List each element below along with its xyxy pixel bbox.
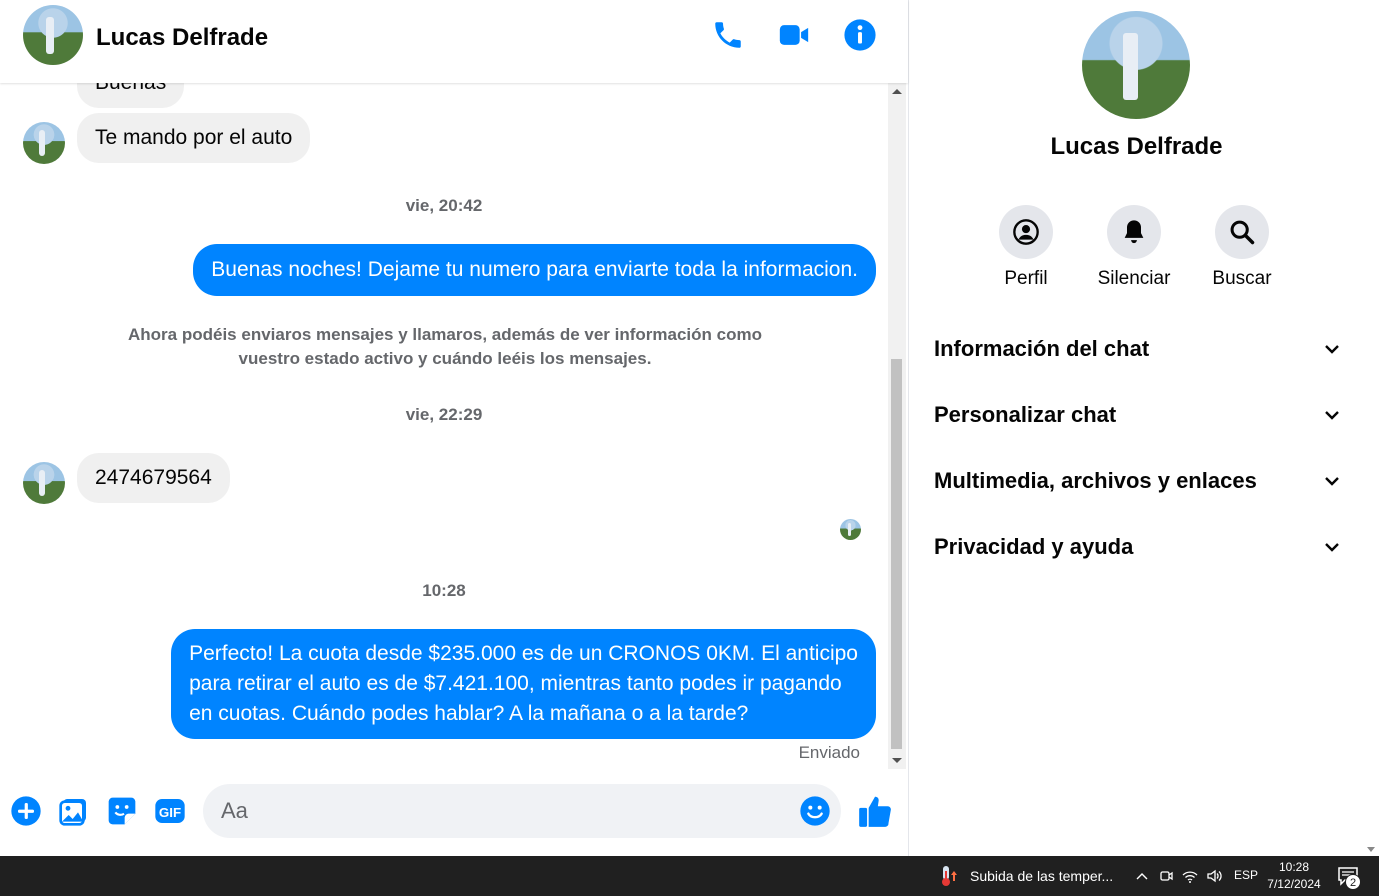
windows-taskbar: Subida de las temper... ESP 10:28 7/12/2… xyxy=(0,856,1379,896)
chevron-down-icon xyxy=(1325,345,1339,354)
info-contact-name: Lucas Delfrade xyxy=(1050,133,1223,160)
chat-header: Lucas Delfrade xyxy=(0,0,908,83)
message-input-wrap xyxy=(203,784,841,838)
read-receipt-avatar xyxy=(840,519,861,540)
notification-count-badge: 2 xyxy=(1345,874,1361,890)
message-line: en cuotas. Cuándo podes hablar? A la mañ… xyxy=(189,702,749,725)
profile-action-label: Perfil xyxy=(1004,268,1048,289)
message-line: para retirar el auto es de $7.421.100, m… xyxy=(189,672,842,695)
composer: GIF xyxy=(0,769,908,856)
message-scrollbar[interactable] xyxy=(888,83,906,769)
scroll-thumb[interactable] xyxy=(891,359,902,749)
language-indicator[interactable]: ESP xyxy=(1234,868,1258,882)
chat-pane: Lucas Delfrade Buenas Te mando por el au… xyxy=(0,0,908,856)
messenger-window: Lucas Delfrade Buenas Te mando por el au… xyxy=(0,0,1379,896)
search-action-circle xyxy=(1215,205,1269,259)
sticker-icon[interactable] xyxy=(106,795,138,827)
weather-text[interactable]: Subida de las temper... xyxy=(970,868,1113,884)
chevron-up-icon[interactable] xyxy=(1133,867,1151,885)
contact-name[interactable]: Lucas Delfrade xyxy=(96,24,268,52)
section-label: Información del chat xyxy=(934,336,1150,361)
info-icon[interactable] xyxy=(843,18,877,52)
profile-icon xyxy=(1013,219,1039,245)
scroll-down-arrow[interactable] xyxy=(1367,847,1375,852)
page-scrollbar[interactable] xyxy=(1363,0,1379,856)
section-privacy-support[interactable]: Privacidad y ayuda xyxy=(934,527,1342,567)
incoming-message[interactable]: Te mando por el auto xyxy=(77,113,311,163)
mute-action-circle xyxy=(1107,205,1161,259)
section-media-files-links[interactable]: Multimedia, archivos y enlaces xyxy=(934,461,1342,501)
wifi-icon[interactable] xyxy=(1181,867,1199,885)
profile-action-circle xyxy=(999,205,1053,259)
message-input[interactable] xyxy=(221,784,791,838)
video-icon[interactable] xyxy=(777,18,811,52)
plus-icon[interactable] xyxy=(10,795,42,827)
message-list: Buenas Te mando por el auto vie, 20:42 B… xyxy=(0,83,888,769)
search-action-label: Buscar xyxy=(1212,268,1272,289)
system-notice: Ahora podéis enviaros mensajes y llamaro… xyxy=(128,325,762,368)
thermometer-icon[interactable] xyxy=(938,865,958,887)
bell-icon xyxy=(1124,220,1144,244)
conversation-info-pane: Lucas Delfrade Perfil Silenciar Buscar I… xyxy=(908,0,1363,856)
scroll-up-arrow[interactable] xyxy=(892,89,902,94)
chevron-down-icon xyxy=(1325,411,1339,420)
profile-action[interactable]: Perfil xyxy=(971,205,1081,290)
section-label: Multimedia, archivos y enlaces xyxy=(934,468,1257,493)
search-action[interactable]: Buscar xyxy=(1187,205,1297,290)
volume-icon[interactable] xyxy=(1205,867,1223,885)
outgoing-message[interactable]: Buenas noches! Dejame tu numero para env… xyxy=(193,244,876,296)
section-label: Privacidad y ayuda xyxy=(934,534,1134,559)
section-customize-chat[interactable]: Personalizar chat xyxy=(934,395,1342,435)
gif-icon[interactable]: GIF xyxy=(154,795,186,827)
chevron-down-icon xyxy=(1325,543,1339,552)
message-line: Perfecto! La cuota desde $235.000 es de … xyxy=(189,642,858,665)
clock-date[interactable]: 7/12/2024 xyxy=(1262,877,1326,891)
contact-avatar[interactable] xyxy=(23,5,83,65)
delivery-status: Enviado xyxy=(798,743,860,762)
emoji-icon[interactable] xyxy=(799,795,831,827)
meet-now-icon[interactable] xyxy=(1157,867,1175,885)
mute-action-label: Silenciar xyxy=(1097,268,1171,289)
svg-text:GIF: GIF xyxy=(159,805,181,820)
outgoing-message[interactable]: Perfecto! La cuota desde $235.000 es de … xyxy=(171,629,876,739)
search-icon xyxy=(1230,220,1255,245)
scroll-down-arrow[interactable] xyxy=(892,758,902,763)
clock-time[interactable]: 10:28 xyxy=(1266,860,1322,874)
info-avatar[interactable] xyxy=(1082,11,1190,119)
section-label: Personalizar chat xyxy=(934,402,1117,427)
incoming-message[interactable]: Buenas xyxy=(77,83,185,108)
chevron-down-icon xyxy=(1325,477,1339,486)
sender-avatar xyxy=(23,462,65,504)
incoming-message[interactable]: 2474679564 xyxy=(77,453,230,503)
timestamp: vie, 22:29 xyxy=(405,405,483,424)
photo-icon[interactable] xyxy=(58,795,90,827)
timestamp: vie, 20:42 xyxy=(405,196,483,215)
phone-icon[interactable] xyxy=(711,18,745,52)
thumbs-up-icon[interactable] xyxy=(856,792,894,830)
timestamp: 10:28 xyxy=(422,581,466,600)
sender-avatar xyxy=(23,122,65,164)
section-chat-info[interactable]: Información del chat xyxy=(934,329,1342,369)
mute-action[interactable]: Silenciar xyxy=(1079,205,1189,290)
